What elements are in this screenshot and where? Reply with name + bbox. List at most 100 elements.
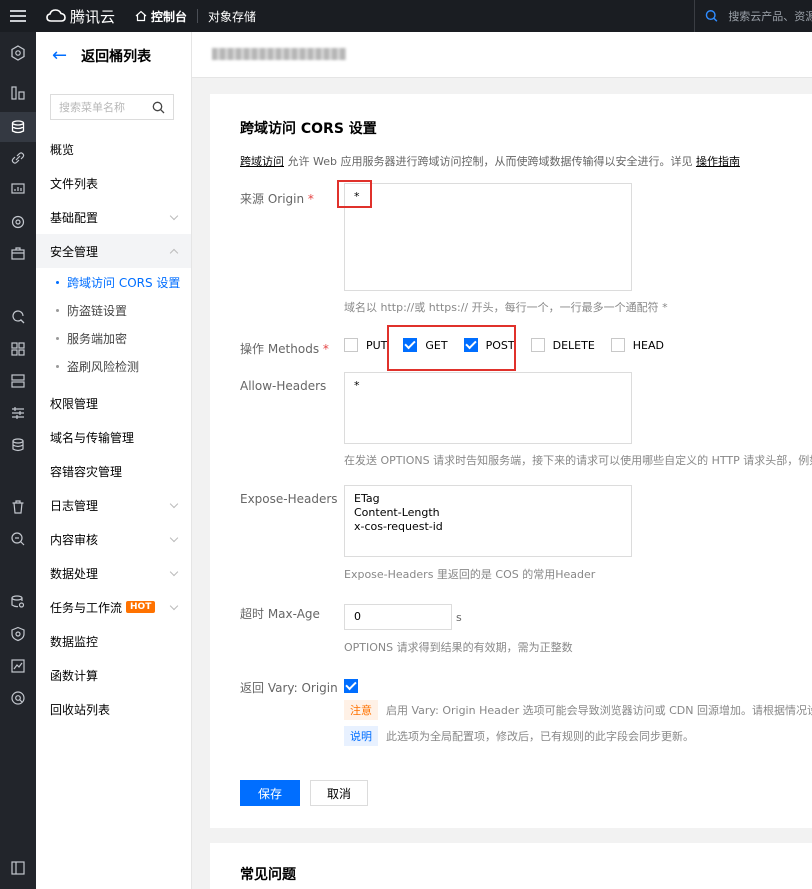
rail-target-icon[interactable] bbox=[0, 207, 36, 237]
vary-warning: 注意 启用 Vary: Origin Header 选项可能会导致浏览器访问或 … bbox=[344, 700, 812, 720]
global-search[interactable]: 搜索云产品、资源 bbox=[694, 0, 812, 32]
sidebar-subitem-cors[interactable]: 跨域访问 CORS 设置 bbox=[36, 268, 191, 296]
expose-headers-textarea[interactable]: ETag Content-Length x-cos-request-id bbox=[344, 485, 632, 557]
rail-db-search-icon[interactable] bbox=[0, 587, 36, 617]
rail-refresh-search-icon[interactable] bbox=[0, 302, 36, 332]
sidebar-item-label: 权限管理 bbox=[50, 396, 99, 411]
sidebar-item-content-audit[interactable]: 内容审核 bbox=[36, 522, 191, 556]
rail-link-icon[interactable] bbox=[0, 143, 36, 173]
sidebar-item-file-list[interactable]: 文件列表 bbox=[36, 166, 191, 200]
tencent-cloud-logo[interactable]: 腾讯云 bbox=[46, 6, 115, 27]
checkbox-unchecked-icon bbox=[530, 338, 545, 352]
sidebar-item-overview[interactable]: 概览 bbox=[36, 132, 191, 166]
sidebar-subitem-hotlink[interactable]: 防盗链设置 bbox=[36, 296, 191, 324]
save-button[interactable]: 保存 bbox=[240, 780, 300, 806]
method-label: HEAD bbox=[632, 338, 664, 352]
warning-tag: 注意 bbox=[344, 700, 378, 720]
home-icon bbox=[135, 10, 147, 22]
cos-service-link[interactable]: 对象存储 bbox=[208, 8, 256, 25]
chevron-down-icon bbox=[169, 211, 179, 221]
rail-list-icon[interactable] bbox=[0, 398, 36, 428]
max-age-unit: s bbox=[456, 611, 462, 624]
global-search-placeholder: 搜索云产品、资源 bbox=[728, 10, 812, 23]
rail-monitor-icon[interactable] bbox=[0, 174, 36, 204]
menu-search-placeholder: 搜索菜单名称 bbox=[59, 101, 125, 114]
sidebar-item-basic-config[interactable]: 基础配置 bbox=[36, 200, 191, 234]
sidebar-item-label: 数据监控 bbox=[50, 634, 99, 649]
menu-search-input[interactable]: 搜索菜单名称 bbox=[50, 94, 174, 120]
rail-chart-icon[interactable] bbox=[0, 651, 36, 681]
cors-description: 跨域访问 允许 Web 应用服务器进行跨域访问控制，从而使跨域数据传输得以安全进… bbox=[240, 153, 740, 169]
max-age-label: 超时 Max-Age bbox=[240, 607, 320, 621]
rail-database-icon[interactable] bbox=[0, 430, 36, 460]
sidebar-item-security[interactable]: 安全管理 bbox=[36, 234, 191, 268]
sidebar-item-recycle-bin[interactable]: 回收站列表 bbox=[36, 692, 191, 726]
bullet-icon bbox=[56, 364, 59, 368]
rail-cube-icon[interactable] bbox=[0, 38, 36, 68]
rail-trash-icon[interactable] bbox=[0, 492, 36, 522]
cancel-button[interactable]: 取消 bbox=[310, 780, 368, 806]
hamburger-menu-icon[interactable] bbox=[0, 0, 36, 32]
rail-globe-search-icon[interactable] bbox=[0, 683, 36, 713]
method-put-checkbox[interactable]: PUT bbox=[344, 338, 387, 352]
expose-header-line: x-cos-request-id bbox=[354, 520, 443, 533]
rail-storage-icon[interactable] bbox=[0, 112, 36, 142]
sidebar-item-tasks-workflow[interactable]: 任务与工作流 HOT bbox=[36, 590, 191, 624]
sidebar-item-disaster-recovery[interactable]: 容错容灾管理 bbox=[36, 454, 191, 488]
hot-badge: HOT bbox=[126, 601, 156, 613]
sidebar-item-label: 概览 bbox=[50, 142, 75, 157]
rail-server-icon[interactable] bbox=[0, 366, 36, 396]
checkbox-checked-icon bbox=[344, 679, 358, 693]
rail-box-icon[interactable] bbox=[0, 239, 36, 269]
methods-label: 操作 Methods * bbox=[240, 340, 329, 357]
sidebar-subitem-label: 盗刷风险检测 bbox=[67, 359, 140, 374]
max-age-input[interactable]: 0 bbox=[344, 604, 452, 630]
sidebar-subitem-label: 跨域访问 CORS 设置 bbox=[67, 275, 181, 290]
allow-headers-textarea[interactable]: * bbox=[344, 372, 632, 444]
rail-shield-icon[interactable] bbox=[0, 619, 36, 649]
rail-grid-icon[interactable] bbox=[0, 78, 36, 108]
sidebar-subitem-label: 防盗链设置 bbox=[67, 303, 128, 318]
info-text: 此选项为全局配置项，修改后，已有规则的此字段会同步更新。 bbox=[386, 730, 694, 743]
cors-settings-card: 跨域访问 CORS 设置 跨域访问 允许 Web 应用服务器进行跨域访问控制，从… bbox=[210, 94, 812, 828]
sidebar-item-permissions[interactable]: 权限管理 bbox=[36, 386, 191, 420]
console-link[interactable]: 控制台 bbox=[135, 8, 187, 25]
sidebar-subitem-risk-detection[interactable]: 盗刷风险检测 bbox=[36, 352, 191, 380]
vary-origin-checkbox[interactable] bbox=[344, 679, 366, 694]
sidebar-nav: 概览 文件列表 基础配置 安全管理 跨域访问 CORS 设置 防盗链设置 服务端… bbox=[36, 132, 191, 726]
rail-zoom-icon[interactable] bbox=[0, 524, 36, 554]
method-label: PUT bbox=[366, 338, 388, 352]
sidebar-subitem-encryption[interactable]: 服务端加密 bbox=[36, 324, 191, 352]
method-delete-checkbox[interactable]: DELETE bbox=[530, 338, 595, 352]
sidebar-item-label: 域名与传输管理 bbox=[50, 430, 135, 445]
rail-collapse-icon[interactable] bbox=[0, 853, 36, 883]
chevron-down-icon bbox=[169, 499, 179, 509]
rail-apps-icon[interactable] bbox=[0, 334, 36, 364]
method-head-checkbox[interactable]: HEAD bbox=[610, 338, 664, 352]
sidebar-item-data-monitoring[interactable]: 数据监控 bbox=[36, 624, 191, 658]
sidebar: ← 返回桶列表 搜索菜单名称 概览 文件列表 基础配置 安全管理 跨域访问 CO… bbox=[36, 32, 192, 889]
expose-headers-label: Expose-Headers bbox=[240, 492, 338, 506]
highlight-methods bbox=[387, 325, 516, 371]
sidebar-item-label: 数据处理 bbox=[50, 566, 99, 581]
chevron-up-icon bbox=[169, 248, 179, 258]
required-mark: * bbox=[307, 192, 314, 206]
sidebar-subitem-label: 服务端加密 bbox=[67, 331, 128, 346]
sidebar-item-label: 容错容灾管理 bbox=[50, 464, 123, 479]
warning-text: 启用 Vary: Origin Header 选项可能会导致浏览器访问或 CDN… bbox=[386, 704, 812, 717]
sidebar-item-data-processing[interactable]: 数据处理 bbox=[36, 556, 191, 590]
sidebar-item-logs[interactable]: 日志管理 bbox=[36, 488, 191, 522]
origin-label-text: 来源 Origin bbox=[240, 192, 305, 206]
sidebar-item-label: 任务与工作流 bbox=[50, 600, 123, 615]
expose-headers-hint: Expose-Headers 里返回的是 COS 的常用Header bbox=[344, 568, 596, 581]
sidebar-item-domain-transfer[interactable]: 域名与传输管理 bbox=[36, 420, 191, 454]
bucket-name-redacted bbox=[212, 48, 346, 60]
back-to-bucket-list[interactable]: ← 返回桶列表 bbox=[36, 32, 191, 80]
vary-origin-label: 返回 Vary: Origin bbox=[240, 681, 338, 695]
bullet-icon bbox=[56, 280, 59, 284]
sidebar-item-functions[interactable]: 函数计算 bbox=[36, 658, 191, 692]
expose-header-line: ETag bbox=[354, 492, 380, 505]
origin-textarea[interactable]: * bbox=[344, 183, 632, 291]
guide-link[interactable]: 操作指南 bbox=[696, 155, 740, 168]
cors-doc-link[interactable]: 跨域访问 bbox=[240, 155, 284, 168]
